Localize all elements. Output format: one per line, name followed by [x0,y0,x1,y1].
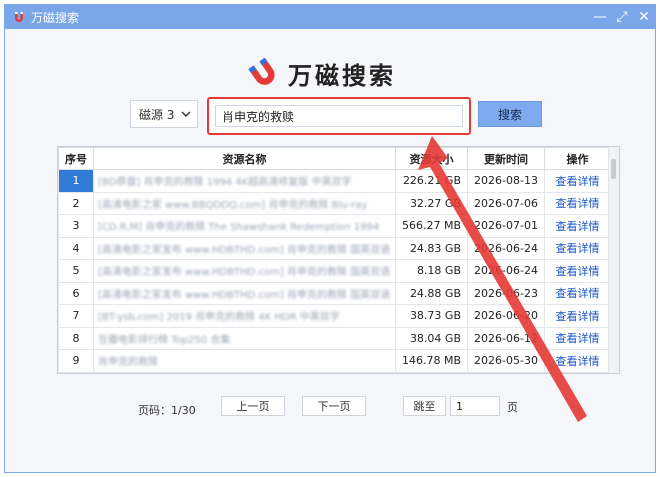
view-details-link[interactable]: 查看详情 [544,214,611,238]
table-row[interactable]: 4 [高清电影之家发布 www.HDBTHD.com] 肖申克的救赎 国英双语 … [58,236,611,260]
title-bar: 万磁搜索 — ⤢ ✕ [5,5,655,29]
prev-page-button[interactable]: 上一页 [221,396,285,416]
row-name: 肖申克的救赎 [93,349,396,373]
brand-header: 万磁搜索 [248,56,396,91]
view-details-link[interactable]: 查看详情 [544,169,611,193]
row-index: 8 [58,326,94,350]
view-details-link[interactable]: 查看详情 [544,304,611,328]
table-row[interactable]: 8 豆瓣电影排行榜 Top250 合集 38.04 GB 2026-06-12 … [58,326,611,350]
row-date: 2026-05-30 [467,349,545,373]
row-size: 38.73 GB [395,304,468,328]
row-date: 2026-07-01 [467,214,545,238]
row-index: 1 [58,169,94,193]
minimize-button[interactable]: — [589,5,611,29]
row-index: 2 [58,191,94,215]
row-size: 24.83 GB [395,236,468,260]
view-details-link[interactable]: 查看详情 [544,326,611,350]
search-button[interactable]: 搜索 [478,101,542,127]
row-size: 566.27 MB [395,214,468,238]
scrollbar-thumb[interactable] [611,159,616,179]
view-details-link[interactable]: 查看详情 [544,281,611,305]
row-index: 7 [58,304,94,328]
table-row[interactable]: 2 [高清电影之家 www.BBQDDQ.com] 肖申克的救赎 Blu-ray… [58,191,611,215]
row-name: [高清电影之家发布 www.HDBTHD.com] 肖申克的救赎 国英双语 [93,281,396,305]
row-name: [CD.R.M] 肖申克的救赎 The Shawshank Redemption… [93,214,396,238]
chevron-down-icon [181,111,191,117]
row-index: 4 [58,236,94,260]
view-details-link[interactable]: 查看详情 [544,349,611,373]
magnet-logo [248,57,275,85]
brand-name: 万磁搜索 [288,62,396,90]
column-header-action[interactable]: 操作 [544,147,611,170]
row-name: [BD原盘] 肖申克的救赎 1994 4K超高清修复版 中英双字 [93,169,396,193]
table-row[interactable]: 1 [BD原盘] 肖申克的救赎 1994 4K超高清修复版 中英双字 226.2… [58,169,611,193]
row-date: 2026-06-24 [467,236,545,260]
row-name: 豆瓣电影排行榜 Top250 合集 [93,326,396,350]
row-date: 2026-06-23 [467,281,545,305]
source-select-value: 磁源 3 [139,107,175,122]
row-size: 8.18 GB [395,259,468,283]
row-size: 32.27 GB [395,191,468,215]
magnet-icon [15,12,23,22]
row-name: [高清电影之家发布 www.HDBTHD.com] 肖申克的救赎 国英双语 [93,259,396,283]
row-date: 2026-08-13 [467,169,545,193]
row-index: 9 [58,349,94,373]
row-date: 2026-06-12 [467,326,545,350]
window-title: 万磁搜索 [31,10,80,25]
table-row[interactable]: 3 [CD.R.M] 肖申克的救赎 The Shawshank Redempti… [58,214,611,238]
maximize-button[interactable]: ⤢ [611,5,633,29]
row-size: 146.78 MB [395,349,468,373]
column-header-date[interactable]: 更新时间 [467,147,545,170]
search-input-highlight: 肖申克的救赎 [207,97,471,135]
next-page-button[interactable]: 下一页 [302,396,366,416]
page-unit-label: 页 [507,401,518,414]
row-name: [高清电影之家 www.BBQDDQ.com] 肖申克的救赎 Blu-ray [93,191,396,215]
page-number-input[interactable]: 1 [450,396,500,416]
view-details-link[interactable]: 查看详情 [544,191,611,215]
results-table: 序号 资源名称 资源大小 更新时间 操作 1 [BD原盘] 肖申克的救赎 199… [57,146,620,374]
row-name: [高清电影之家发布 www.HDBTHD.com] 肖申克的救赎 国英双语 [93,236,396,260]
jump-button[interactable]: 跳至 [403,396,446,416]
page-indicator: 页码：1/30 [138,404,196,417]
row-size: 24.88 GB [395,281,468,305]
table-row[interactable]: 7 [BT-ysb.com] 2019 肖申克的救赎 4K HDR 中英双字 3… [58,304,611,328]
column-header-index[interactable]: 序号 [58,147,94,170]
row-name: [BT-ysb.com] 2019 肖申克的救赎 4K HDR 中英双字 [93,304,396,328]
source-select[interactable]: 磁源 3 [130,100,198,128]
row-index: 6 [58,281,94,305]
column-header-name[interactable]: 资源名称 [93,147,396,170]
table-row[interactable]: 9 肖申克的救赎 146.78 MB 2026-05-30 查看详情 [58,349,611,373]
view-details-link[interactable]: 查看详情 [544,259,611,283]
row-size: 226.21 GB [395,169,468,193]
row-size: 38.04 GB [395,326,468,350]
table-scrollbar[interactable] [608,147,619,373]
row-date: 2026-06-24 [467,259,545,283]
table-row[interactable]: 6 [高清电影之家发布 www.HDBTHD.com] 肖申克的救赎 国英双语 … [58,281,611,305]
row-date: 2026-07-06 [467,191,545,215]
table-row[interactable]: 5 [高清电影之家发布 www.HDBTHD.com] 肖申克的救赎 国英双语 … [58,259,611,283]
column-header-size[interactable]: 资源大小 [395,147,468,170]
view-details-link[interactable]: 查看详情 [544,236,611,260]
row-date: 2026-06-20 [467,304,545,328]
search-input[interactable]: 肖申克的救赎 [215,105,463,127]
row-index: 5 [58,259,94,283]
close-button[interactable]: ✕ [633,5,655,29]
row-index: 3 [58,214,94,238]
table-header-row: 序号 资源名称 资源大小 更新时间 操作 [58,147,611,170]
